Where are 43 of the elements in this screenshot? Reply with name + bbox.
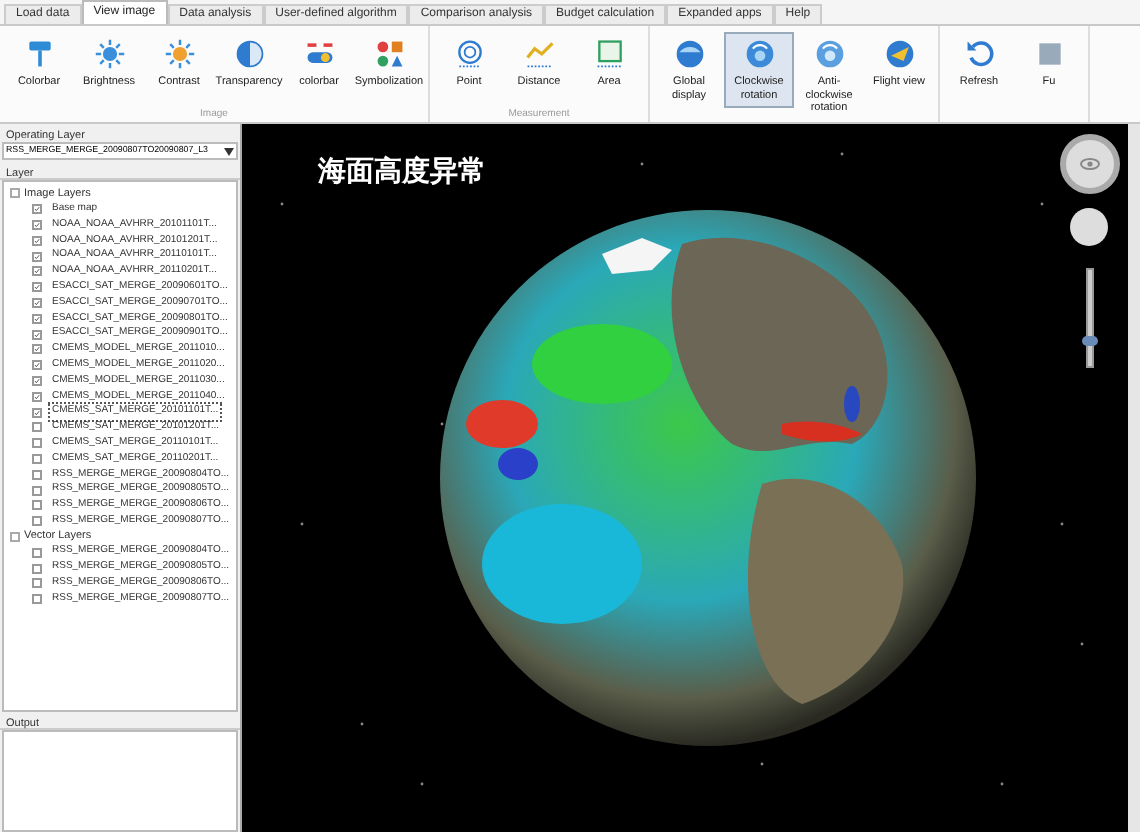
checkbox[interactable]	[32, 251, 42, 262]
checkbox[interactable]	[32, 547, 42, 558]
checkbox[interactable]	[32, 297, 42, 308]
line-chart-icon	[523, 38, 555, 70]
contrast-icon	[163, 38, 195, 70]
checkbox[interactable]	[32, 313, 42, 324]
square-icon	[1033, 38, 1065, 70]
checkbox[interactable]	[32, 453, 42, 464]
refresh-icon	[963, 38, 995, 70]
checkbox[interactable]	[32, 563, 42, 574]
shapes-icon	[373, 38, 405, 70]
tilt-control[interactable]	[1070, 208, 1108, 246]
checkbox[interactable]	[32, 578, 42, 589]
slider-thumb[interactable]	[1082, 336, 1098, 347]
square-icon	[593, 38, 625, 70]
checkbox[interactable]	[32, 219, 42, 230]
map-title: 海面高度异常	[318, 152, 486, 190]
brightness-icon	[93, 38, 125, 70]
checkbox[interactable]	[32, 485, 42, 496]
checkbox[interactable]	[32, 266, 42, 277]
checkbox[interactable]	[32, 344, 42, 355]
checkbox[interactable]	[32, 594, 42, 605]
checkbox[interactable]	[32, 438, 42, 449]
eye-icon	[1080, 158, 1100, 170]
checkbox[interactable]	[32, 204, 42, 215]
checkbox[interactable]	[32, 516, 42, 527]
caret-icon	[224, 147, 234, 155]
checkbox[interactable]	[32, 500, 42, 511]
expand-icon	[10, 531, 20, 542]
checkbox[interactable]	[32, 375, 42, 386]
target-icon	[453, 38, 485, 70]
checkbox[interactable]	[32, 407, 42, 418]
checkbox[interactable]	[32, 235, 42, 246]
navigation-control[interactable]	[1060, 134, 1120, 194]
checkbox[interactable]	[32, 469, 42, 480]
checkbox[interactable]	[32, 391, 42, 402]
zoom-slider[interactable]	[1086, 268, 1094, 368]
checkbox[interactable]	[32, 422, 42, 433]
checkbox[interactable]	[32, 329, 42, 340]
checkbox[interactable]	[32, 282, 42, 293]
expand-icon	[10, 188, 20, 199]
half-circle-icon	[233, 38, 265, 70]
checkbox[interactable]	[32, 360, 42, 371]
